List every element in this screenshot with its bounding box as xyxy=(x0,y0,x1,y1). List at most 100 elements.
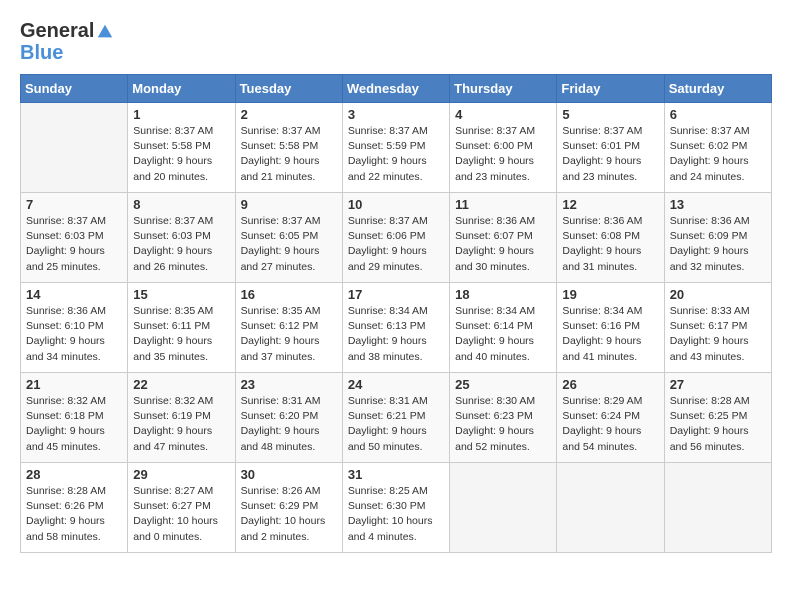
day-number: 10 xyxy=(348,197,444,212)
day-info: Sunrise: 8:32 AMSunset: 6:18 PMDaylight:… xyxy=(26,394,122,455)
calendar-cell: 9 Sunrise: 8:37 AMSunset: 6:05 PMDaylight… xyxy=(235,193,342,283)
day-info: Sunrise: 8:36 AMSunset: 6:09 PMDaylight:… xyxy=(670,214,766,275)
day-number: 3 xyxy=(348,107,444,122)
calendar-cell: 25 Sunrise: 8:30 AMSunset: 6:23 PMDayligh… xyxy=(450,373,557,463)
calendar-cell: 8 Sunrise: 8:37 AMSunset: 6:03 PMDaylight… xyxy=(128,193,235,283)
day-number: 26 xyxy=(562,377,658,392)
calendar-cell: 27 Sunrise: 8:28 AMSunset: 6:25 PMDayligh… xyxy=(664,373,771,463)
page-header: GeneralBlue xyxy=(20,20,772,64)
day-number: 29 xyxy=(133,467,229,482)
day-info: Sunrise: 8:37 AMSunset: 6:01 PMDaylight:… xyxy=(562,124,658,185)
day-number: 20 xyxy=(670,287,766,302)
day-info: Sunrise: 8:28 AMSunset: 6:26 PMDaylight:… xyxy=(26,484,122,545)
day-number: 9 xyxy=(241,197,337,212)
calendar-table: SundayMondayTuesdayWednesdayThursdayFrid… xyxy=(20,74,772,553)
calendar-cell xyxy=(664,463,771,553)
day-number: 31 xyxy=(348,467,444,482)
day-number: 22 xyxy=(133,377,229,392)
calendar-cell: 30 Sunrise: 8:26 AMSunset: 6:29 PMDayligh… xyxy=(235,463,342,553)
day-number: 4 xyxy=(455,107,551,122)
day-info: Sunrise: 8:34 AMSunset: 6:14 PMDaylight:… xyxy=(455,304,551,365)
weekday-header-wednesday: Wednesday xyxy=(342,75,449,103)
day-info: Sunrise: 8:37 AMSunset: 6:02 PMDaylight:… xyxy=(670,124,766,185)
day-info: Sunrise: 8:36 AMSunset: 6:07 PMDaylight:… xyxy=(455,214,551,275)
day-info: Sunrise: 8:37 AMSunset: 6:03 PMDaylight:… xyxy=(26,214,122,275)
calendar-cell: 15Sunrise: 8:35 AMSunset: 6:11 PMDayligh… xyxy=(128,283,235,373)
day-info: Sunrise: 8:27 AMSunset: 6:27 PMDaylight:… xyxy=(133,484,229,545)
day-info: Sunrise: 8:36 AMSunset: 6:08 PMDaylight:… xyxy=(562,214,658,275)
day-info: Sunrise: 8:34 AMSunset: 6:16 PMDaylight:… xyxy=(562,304,658,365)
calendar-cell: 29 Sunrise: 8:27 AMSunset: 6:27 PMDayligh… xyxy=(128,463,235,553)
day-number: 25 xyxy=(455,377,551,392)
calendar-body: 1 Sunrise: 8:37 AMSunset: 5:58 PMDaylight… xyxy=(21,103,772,553)
weekday-header-saturday: Saturday xyxy=(664,75,771,103)
calendar-cell: 22 Sunrise: 8:32 AMSunset: 6:19 PMDayligh… xyxy=(128,373,235,463)
calendar-cell: 19 Sunrise: 8:34 AMSunset: 6:16 PMDayligh… xyxy=(557,283,664,373)
calendar-cell: 31 Sunrise: 8:25 AMSunset: 6:30 PMDayligh… xyxy=(342,463,449,553)
day-info: Sunrise: 8:37 AMSunset: 6:06 PMDaylight:… xyxy=(348,214,444,275)
day-info: Sunrise: 8:31 AMSunset: 6:21 PMDaylight:… xyxy=(348,394,444,455)
calendar-week-5: 28 Sunrise: 8:28 AMSunset: 6:26 PMDayligh… xyxy=(21,463,772,553)
day-number: 6 xyxy=(670,107,766,122)
calendar-cell: 6 Sunrise: 8:37 AMSunset: 6:02 PMDaylight… xyxy=(664,103,771,193)
day-number: 27 xyxy=(670,377,766,392)
weekday-header-friday: Friday xyxy=(557,75,664,103)
calendar-cell: 20Sunrise: 8:33 AMSunset: 6:17 PMDayligh… xyxy=(664,283,771,373)
calendar-cell: 1 Sunrise: 8:37 AMSunset: 5:58 PMDaylight… xyxy=(128,103,235,193)
calendar-cell: 7 Sunrise: 8:37 AMSunset: 6:03 PMDaylight… xyxy=(21,193,128,283)
calendar-cell: 21Sunrise: 8:32 AMSunset: 6:18 PMDayligh… xyxy=(21,373,128,463)
day-info: Sunrise: 8:35 AMSunset: 6:12 PMDaylight:… xyxy=(241,304,337,365)
day-info: Sunrise: 8:30 AMSunset: 6:23 PMDaylight:… xyxy=(455,394,551,455)
day-number: 7 xyxy=(26,197,122,212)
day-number: 24 xyxy=(348,377,444,392)
calendar-header: SundayMondayTuesdayWednesdayThursdayFrid… xyxy=(21,75,772,103)
day-info: Sunrise: 8:37 AMSunset: 6:00 PMDaylight:… xyxy=(455,124,551,185)
day-info: Sunrise: 8:37 AMSunset: 6:05 PMDaylight:… xyxy=(241,214,337,275)
day-info: Sunrise: 8:26 AMSunset: 6:29 PMDaylight:… xyxy=(241,484,337,545)
day-number: 2 xyxy=(241,107,337,122)
day-info: Sunrise: 8:34 AMSunset: 6:13 PMDaylight:… xyxy=(348,304,444,365)
day-info: Sunrise: 8:37 AMSunset: 5:59 PMDaylight:… xyxy=(348,124,444,185)
calendar-week-4: 21Sunrise: 8:32 AMSunset: 6:18 PMDayligh… xyxy=(21,373,772,463)
calendar-week-2: 7 Sunrise: 8:37 AMSunset: 6:03 PMDaylight… xyxy=(21,193,772,283)
day-number: 18 xyxy=(455,287,551,302)
weekday-header-tuesday: Tuesday xyxy=(235,75,342,103)
day-info: Sunrise: 8:37 AMSunset: 5:58 PMDaylight:… xyxy=(133,124,229,185)
day-number: 30 xyxy=(241,467,337,482)
day-info: Sunrise: 8:32 AMSunset: 6:19 PMDaylight:… xyxy=(133,394,229,455)
calendar-cell: 3 Sunrise: 8:37 AMSunset: 5:59 PMDaylight… xyxy=(342,103,449,193)
day-info: Sunrise: 8:35 AMSunset: 6:11 PMDaylight:… xyxy=(133,304,229,365)
calendar-week-1: 1 Sunrise: 8:37 AMSunset: 5:58 PMDaylight… xyxy=(21,103,772,193)
day-info: Sunrise: 8:28 AMSunset: 6:25 PMDaylight:… xyxy=(670,394,766,455)
calendar-cell: 23 Sunrise: 8:31 AMSunset: 6:20 PMDayligh… xyxy=(235,373,342,463)
day-info: Sunrise: 8:36 AMSunset: 6:10 PMDaylight:… xyxy=(26,304,122,365)
day-number: 19 xyxy=(562,287,658,302)
day-number: 14 xyxy=(26,287,122,302)
calendar-week-3: 14 Sunrise: 8:36 AMSunset: 6:10 PMDayligh… xyxy=(21,283,772,373)
day-info: Sunrise: 8:37 AMSunset: 6:03 PMDaylight:… xyxy=(133,214,229,275)
calendar-cell: 28 Sunrise: 8:28 AMSunset: 6:26 PMDayligh… xyxy=(21,463,128,553)
day-number: 11 xyxy=(455,197,551,212)
calendar-cell xyxy=(557,463,664,553)
day-number: 23 xyxy=(241,377,337,392)
day-number: 5 xyxy=(562,107,658,122)
weekday-header-thursday: Thursday xyxy=(450,75,557,103)
calendar-cell: 11 Sunrise: 8:36 AMSunset: 6:07 PMDayligh… xyxy=(450,193,557,283)
logo-text: GeneralBlue xyxy=(20,20,114,64)
day-number: 16 xyxy=(241,287,337,302)
day-number: 8 xyxy=(133,197,229,212)
weekday-header-row: SundayMondayTuesdayWednesdayThursdayFrid… xyxy=(21,75,772,103)
calendar-cell: 5 Sunrise: 8:37 AMSunset: 6:01 PMDaylight… xyxy=(557,103,664,193)
calendar-cell: 16 Sunrise: 8:35 AMSunset: 6:12 PMDayligh… xyxy=(235,283,342,373)
calendar-cell: 12 Sunrise: 8:36 AMSunset: 6:08 PMDayligh… xyxy=(557,193,664,283)
day-number: 28 xyxy=(26,467,122,482)
calendar-cell xyxy=(21,103,128,193)
day-info: Sunrise: 8:31 AMSunset: 6:20 PMDaylight:… xyxy=(241,394,337,455)
day-info: Sunrise: 8:25 AMSunset: 6:30 PMDaylight:… xyxy=(348,484,444,545)
weekday-header-sunday: Sunday xyxy=(21,75,128,103)
day-number: 12 xyxy=(562,197,658,212)
calendar-cell: 24 Sunrise: 8:31 AMSunset: 6:21 PMDayligh… xyxy=(342,373,449,463)
logo: GeneralBlue xyxy=(20,20,114,64)
calendar-cell: 2Sunrise: 8:37 AMSunset: 5:58 PMDaylight… xyxy=(235,103,342,193)
day-number: 1 xyxy=(133,107,229,122)
